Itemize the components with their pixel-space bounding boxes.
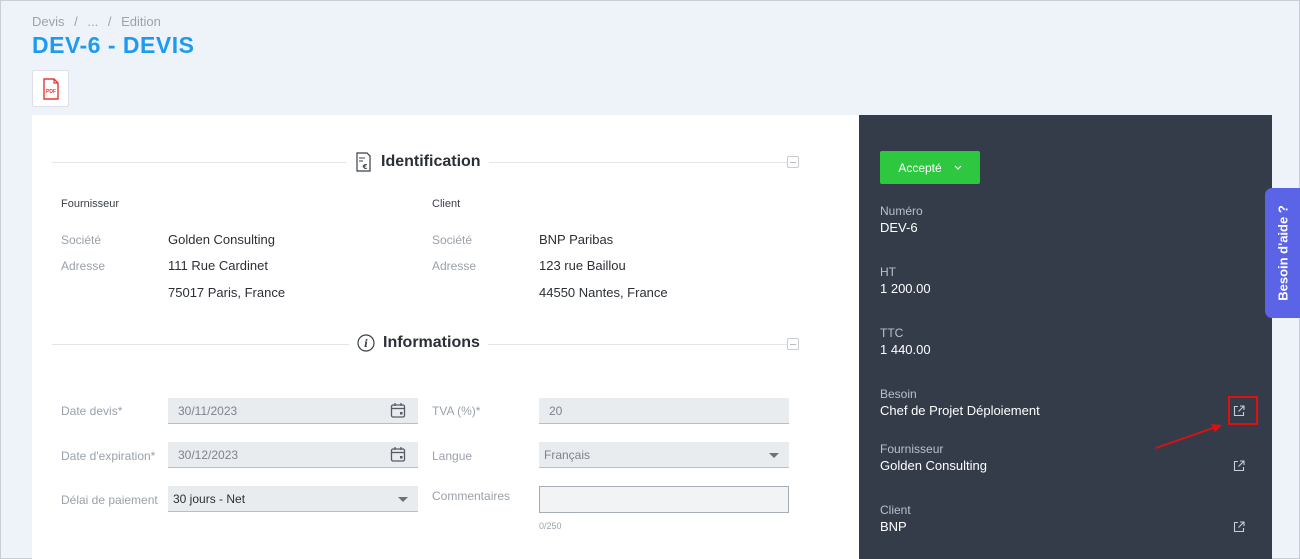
breadcrumb-ellipsis[interactable]: ... (87, 14, 98, 29)
date-devis-label: Date devis* (61, 404, 123, 418)
numero-value: DEV-6 (880, 220, 918, 235)
commentaires-textarea[interactable] (539, 486, 789, 513)
calendar-icon[interactable] (390, 446, 406, 462)
client-societe-value: BNP Paribas (539, 232, 614, 247)
delai-value: 30 jours - Net (173, 492, 246, 506)
fournisseur-adresse-line1: 111 Rue Cardinet (168, 258, 268, 273)
commentaires-counter: 0/250 (539, 521, 562, 531)
fournisseur-adresse-line2: 75017 Paris, France (168, 285, 286, 300)
client-label: Client (880, 503, 911, 517)
status-label: Accepté (898, 160, 942, 175)
tva-value: 20 (549, 404, 563, 418)
delai-label: Délai de paiement (61, 493, 158, 507)
highlight-box (1228, 396, 1258, 425)
client-adresse-label: Adresse (432, 259, 477, 273)
date-devis-field[interactable]: 30/11/2023 (168, 398, 418, 424)
external-link-icon[interactable] (1233, 460, 1245, 472)
delai-select[interactable]: 30 jours - Net (168, 486, 418, 512)
breadcrumb-separator: / (107, 14, 112, 29)
invoice-euro-icon: € (356, 152, 371, 172)
identification-section-header: € Identification (52, 152, 799, 172)
svg-text:€: € (362, 163, 368, 171)
chevron-down-icon (954, 165, 962, 170)
commentaires-label: Commentaires (432, 489, 511, 503)
breadcrumb: Devis / ... / Edition (32, 14, 167, 29)
client-adresse-line2: 44550 Nantes, France (539, 285, 668, 300)
ht-value: 1 200.00 (880, 281, 931, 296)
arrow-annotation (1155, 424, 1222, 449)
informations-section-header: i Informations (52, 334, 799, 354)
langue-label: Langue (432, 449, 473, 463)
fournisseur-heading: Fournisseur (61, 198, 120, 210)
collapse-informations-button[interactable] (787, 338, 799, 350)
client-adresse-line1: 123 rue Baillou (539, 258, 626, 273)
informations-title-text: Informations (383, 334, 480, 351)
svg-text:i: i (364, 339, 368, 350)
breadcrumb-edition: Edition (121, 14, 161, 29)
fournisseur-societe-value: Golden Consulting (168, 232, 275, 247)
info-icon: i (357, 334, 375, 352)
summary-panel: Accepté Numéro DEV-6 HT 1 200.00 TTC 1 4… (859, 115, 1272, 559)
langue-value: Français (544, 448, 591, 462)
numero-label: Numéro (880, 204, 923, 218)
informations-title: i Informations (349, 334, 488, 352)
client-value: BNP (880, 519, 907, 534)
fournisseur-label: Fournisseur (880, 442, 944, 456)
besoin-value: Chef de Projet Déploiement (880, 403, 1040, 418)
external-link-icon[interactable] (1233, 521, 1245, 533)
date-expiration-value: 30/12/2023 (178, 448, 239, 462)
page-title: DEV-6 - DEVIS (32, 32, 195, 58)
pdf-icon: PDF (42, 77, 59, 100)
date-expiration-field[interactable]: 30/12/2023 (168, 442, 418, 468)
chevron-down-icon (398, 497, 408, 502)
identification-title: € Identification (347, 152, 489, 172)
tva-label: TVA (%)* (432, 404, 481, 418)
pdf-icon-label: PDF (46, 89, 56, 95)
help-tab-button[interactable]: Besoin d'aide ? (1265, 188, 1300, 318)
breadcrumb-separator: / (74, 14, 78, 29)
pdf-download-button[interactable]: PDF (32, 70, 69, 107)
status-dropdown-button[interactable]: Accepté (880, 151, 980, 184)
fournisseur-societe-label: Société (61, 233, 102, 247)
fournisseur-adresse-label: Adresse (61, 259, 106, 273)
client-societe-label: Société (432, 233, 473, 247)
ttc-value: 1 440.00 (880, 342, 931, 357)
langue-select[interactable]: Français (539, 442, 789, 468)
breadcrumb-devis[interactable]: Devis (32, 14, 65, 29)
tva-field[interactable]: 20 (539, 398, 789, 424)
collapse-identification-button[interactable] (787, 156, 799, 168)
besoin-label: Besoin (880, 387, 917, 401)
help-tab-label: Besoin d'aide ? (1275, 205, 1291, 301)
date-devis-value: 30/11/2023 (178, 404, 238, 418)
calendar-icon[interactable] (390, 402, 406, 418)
fournisseur-value: Golden Consulting (880, 458, 987, 473)
identification-title-text: Identification (381, 153, 481, 170)
chevron-down-icon (769, 453, 779, 458)
main-card: € Identification Fournisseur Société Gol… (32, 115, 859, 559)
date-expiration-label: Date d'expiration* (61, 449, 156, 463)
ttc-label: TTC (880, 326, 904, 340)
client-heading: Client (432, 198, 461, 210)
ht-label: HT (880, 265, 896, 279)
